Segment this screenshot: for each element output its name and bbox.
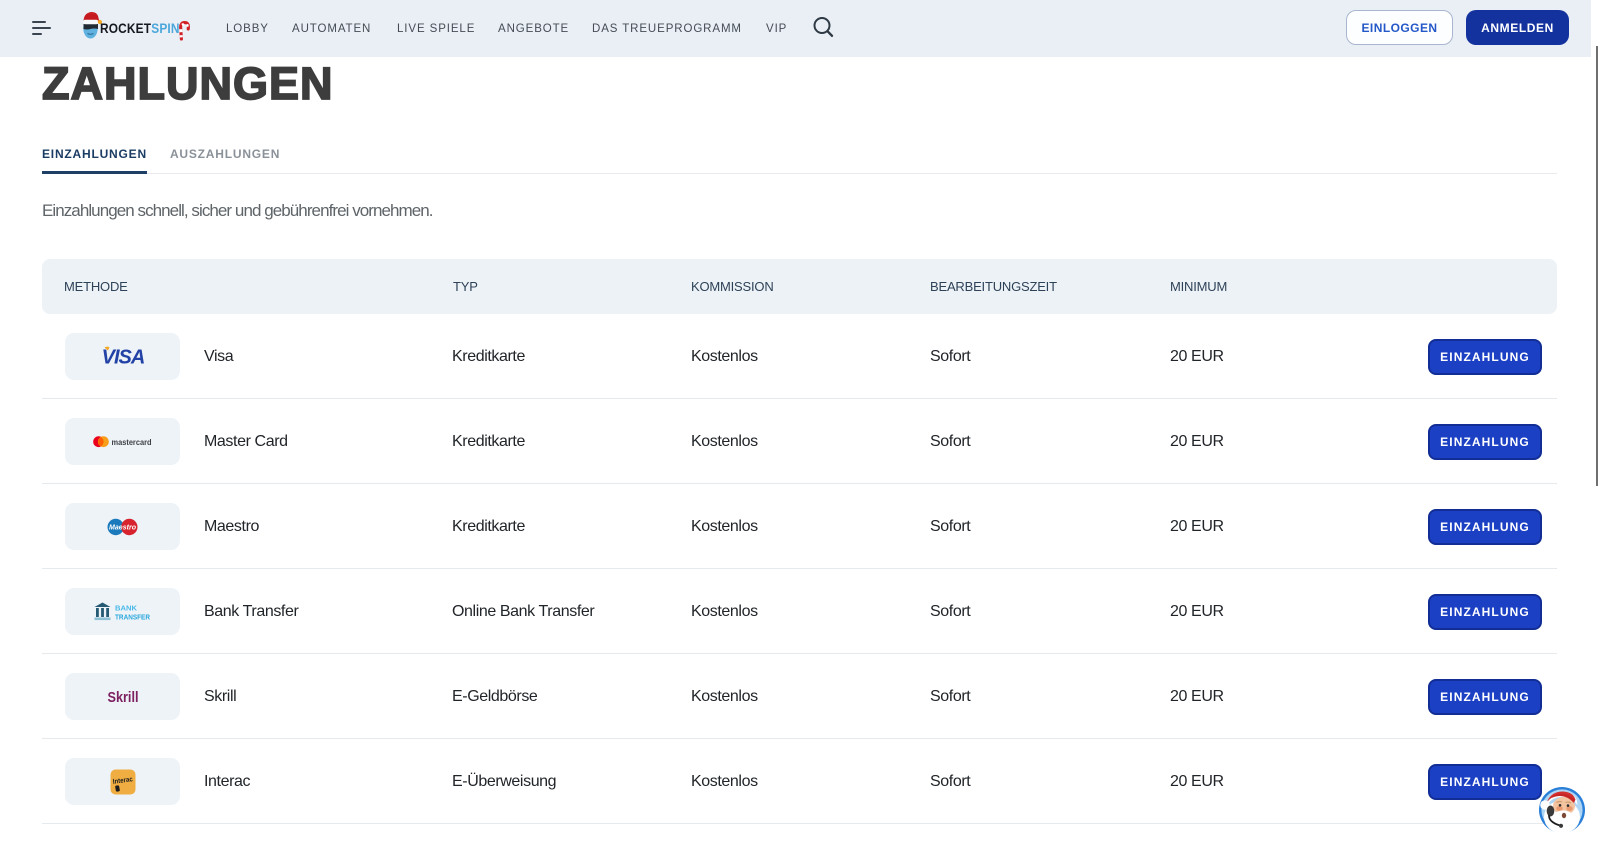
svg-text:mastercard: mastercard <box>111 437 151 447</box>
svg-text:TRANSFER: TRANSFER <box>115 612 150 621</box>
svg-text:Skrill: Skrill <box>107 689 138 706</box>
svg-text:Maestro: Maestro <box>109 522 136 531</box>
svg-text:BANK: BANK <box>115 603 138 612</box>
